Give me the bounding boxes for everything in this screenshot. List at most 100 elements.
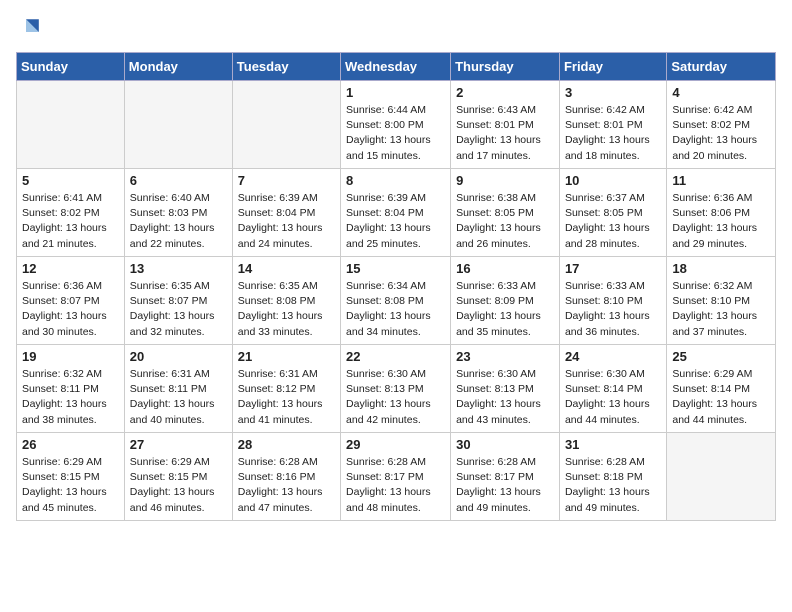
calendar-cell [124, 81, 232, 169]
calendar-cell: 22 Sunrise: 6:30 AM Sunset: 8:13 PM Dayli… [341, 345, 451, 433]
cell-info: Sunrise: 6:32 AM Sunset: 8:11 PM Dayligh… [22, 367, 119, 428]
day-number: 6 [130, 173, 227, 188]
day-number: 30 [456, 437, 554, 452]
calendar-cell: 27 Sunrise: 6:29 AM Sunset: 8:15 PM Dayli… [124, 433, 232, 521]
calendar-cell: 20 Sunrise: 6:31 AM Sunset: 8:11 PM Dayli… [124, 345, 232, 433]
logo [16, 16, 42, 40]
calendar-cell: 16 Sunrise: 6:33 AM Sunset: 8:09 PM Dayli… [451, 257, 560, 345]
cell-info: Sunrise: 6:44 AM Sunset: 8:00 PM Dayligh… [346, 103, 445, 164]
cell-info: Sunrise: 6:41 AM Sunset: 8:02 PM Dayligh… [22, 191, 119, 252]
calendar-cell: 31 Sunrise: 6:28 AM Sunset: 8:18 PM Dayli… [559, 433, 666, 521]
cell-info: Sunrise: 6:34 AM Sunset: 8:08 PM Dayligh… [346, 279, 445, 340]
cell-info: Sunrise: 6:35 AM Sunset: 8:08 PM Dayligh… [238, 279, 335, 340]
cell-info: Sunrise: 6:28 AM Sunset: 8:18 PM Dayligh… [565, 455, 661, 516]
calendar-week-row: 1 Sunrise: 6:44 AM Sunset: 8:00 PM Daylig… [17, 81, 776, 169]
day-header-saturday: Saturday [667, 53, 776, 81]
day-number: 25 [672, 349, 770, 364]
calendar-cell: 7Sunrise: 6:39 AM Sunset: 8:04 PM Daylig… [232, 169, 340, 257]
calendar-cell: 3 Sunrise: 6:42 AM Sunset: 8:01 PM Daylig… [559, 81, 666, 169]
day-number: 18 [672, 261, 770, 276]
calendar-cell: 18 Sunrise: 6:32 AM Sunset: 8:10 PM Dayli… [667, 257, 776, 345]
cell-info: Sunrise: 6:30 AM Sunset: 8:14 PM Dayligh… [565, 367, 661, 428]
calendar-week-row: 19 Sunrise: 6:32 AM Sunset: 8:11 PM Dayli… [17, 345, 776, 433]
calendar-week-row: 5 Sunrise: 6:41 AM Sunset: 8:02 PM Daylig… [17, 169, 776, 257]
cell-info: Sunrise: 6:37 AM Sunset: 8:05 PM Dayligh… [565, 191, 661, 252]
cell-info: Sunrise: 6:43 AM Sunset: 8:01 PM Dayligh… [456, 103, 554, 164]
cell-info: Sunrise: 6:29 AM Sunset: 8:15 PM Dayligh… [22, 455, 119, 516]
calendar-cell: 26 Sunrise: 6:29 AM Sunset: 8:15 PM Dayli… [17, 433, 125, 521]
day-header-sunday: Sunday [17, 53, 125, 81]
day-number: 9 [456, 173, 554, 188]
calendar-table: SundayMondayTuesdayWednesdayThursdayFrid… [16, 52, 776, 521]
cell-info: Sunrise: 6:31 AM Sunset: 8:11 PM Dayligh… [130, 367, 227, 428]
calendar-cell: 14 Sunrise: 6:35 AM Sunset: 8:08 PM Dayli… [232, 257, 340, 345]
calendar-cell: 23Sunrise: 6:30 AM Sunset: 8:13 PM Dayli… [451, 345, 560, 433]
day-number: 2 [456, 85, 554, 100]
day-header-thursday: Thursday [451, 53, 560, 81]
cell-info: Sunrise: 6:29 AM Sunset: 8:15 PM Dayligh… [130, 455, 227, 516]
day-number: 3 [565, 85, 661, 100]
calendar-cell: 28 Sunrise: 6:28 AM Sunset: 8:16 PM Dayli… [232, 433, 340, 521]
cell-info: Sunrise: 6:31 AM Sunset: 8:12 PM Dayligh… [238, 367, 335, 428]
cell-info: Sunrise: 6:28 AM Sunset: 8:16 PM Dayligh… [238, 455, 335, 516]
day-number: 29 [346, 437, 445, 452]
day-header-tuesday: Tuesday [232, 53, 340, 81]
calendar-cell: 12 Sunrise: 6:36 AM Sunset: 8:07 PM Dayli… [17, 257, 125, 345]
day-number: 8 [346, 173, 445, 188]
cell-info: Sunrise: 6:38 AM Sunset: 8:05 PM Dayligh… [456, 191, 554, 252]
calendar-cell: 19 Sunrise: 6:32 AM Sunset: 8:11 PM Dayli… [17, 345, 125, 433]
cell-info: Sunrise: 6:35 AM Sunset: 8:07 PM Dayligh… [130, 279, 227, 340]
cell-info: Sunrise: 6:39 AM Sunset: 8:04 PM Dayligh… [346, 191, 445, 252]
cell-info: Sunrise: 6:36 AM Sunset: 8:07 PM Dayligh… [22, 279, 119, 340]
calendar-cell [667, 433, 776, 521]
cell-info: Sunrise: 6:28 AM Sunset: 8:17 PM Dayligh… [456, 455, 554, 516]
day-number: 1 [346, 85, 445, 100]
day-number: 26 [22, 437, 119, 452]
cell-info: Sunrise: 6:32 AM Sunset: 8:10 PM Dayligh… [672, 279, 770, 340]
day-number: 28 [238, 437, 335, 452]
calendar-cell [17, 81, 125, 169]
calendar-cell: 4Sunrise: 6:42 AM Sunset: 8:02 PM Daylig… [667, 81, 776, 169]
day-number: 4 [672, 85, 770, 100]
cell-info: Sunrise: 6:33 AM Sunset: 8:10 PM Dayligh… [565, 279, 661, 340]
calendar-cell: 30 Sunrise: 6:28 AM Sunset: 8:17 PM Dayli… [451, 433, 560, 521]
cell-info: Sunrise: 6:33 AM Sunset: 8:09 PM Dayligh… [456, 279, 554, 340]
calendar-cell: 29 Sunrise: 6:28 AM Sunset: 8:17 PM Dayli… [341, 433, 451, 521]
calendar-cell: 13 Sunrise: 6:35 AM Sunset: 8:07 PM Dayli… [124, 257, 232, 345]
calendar-cell: 10 Sunrise: 6:37 AM Sunset: 8:05 PM Dayli… [559, 169, 666, 257]
cell-info: Sunrise: 6:42 AM Sunset: 8:01 PM Dayligh… [565, 103, 661, 164]
cell-info: Sunrise: 6:30 AM Sunset: 8:13 PM Dayligh… [346, 367, 445, 428]
day-number: 19 [22, 349, 119, 364]
page-header [16, 16, 776, 40]
calendar-cell: 25 Sunrise: 6:29 AM Sunset: 8:14 PM Dayli… [667, 345, 776, 433]
day-number: 20 [130, 349, 227, 364]
day-number: 31 [565, 437, 661, 452]
calendar-cell: 11Sunrise: 6:36 AM Sunset: 8:06 PM Dayli… [667, 169, 776, 257]
cell-info: Sunrise: 6:40 AM Sunset: 8:03 PM Dayligh… [130, 191, 227, 252]
calendar-header-row: SundayMondayTuesdayWednesdayThursdayFrid… [17, 53, 776, 81]
calendar-cell: 1 Sunrise: 6:44 AM Sunset: 8:00 PM Daylig… [341, 81, 451, 169]
day-number: 17 [565, 261, 661, 276]
day-number: 21 [238, 349, 335, 364]
cell-info: Sunrise: 6:30 AM Sunset: 8:13 PM Dayligh… [456, 367, 554, 428]
day-number: 5 [22, 173, 119, 188]
cell-info: Sunrise: 6:29 AM Sunset: 8:14 PM Dayligh… [672, 367, 770, 428]
calendar-cell: 2 Sunrise: 6:43 AM Sunset: 8:01 PM Daylig… [451, 81, 560, 169]
day-number: 10 [565, 173, 661, 188]
cell-info: Sunrise: 6:36 AM Sunset: 8:06 PM Dayligh… [672, 191, 770, 252]
day-number: 27 [130, 437, 227, 452]
calendar-cell: 21 Sunrise: 6:31 AM Sunset: 8:12 PM Dayli… [232, 345, 340, 433]
day-number: 14 [238, 261, 335, 276]
day-number: 16 [456, 261, 554, 276]
day-header-friday: Friday [559, 53, 666, 81]
cell-info: Sunrise: 6:28 AM Sunset: 8:17 PM Dayligh… [346, 455, 445, 516]
cell-info: Sunrise: 6:39 AM Sunset: 8:04 PM Dayligh… [238, 191, 335, 252]
calendar-week-row: 26 Sunrise: 6:29 AM Sunset: 8:15 PM Dayli… [17, 433, 776, 521]
day-number: 22 [346, 349, 445, 364]
calendar-cell: 6 Sunrise: 6:40 AM Sunset: 8:03 PM Daylig… [124, 169, 232, 257]
day-number: 12 [22, 261, 119, 276]
day-number: 13 [130, 261, 227, 276]
calendar-cell: 9 Sunrise: 6:38 AM Sunset: 8:05 PM Daylig… [451, 169, 560, 257]
calendar-cell: 5 Sunrise: 6:41 AM Sunset: 8:02 PM Daylig… [17, 169, 125, 257]
calendar-cell: 24Sunrise: 6:30 AM Sunset: 8:14 PM Dayli… [559, 345, 666, 433]
